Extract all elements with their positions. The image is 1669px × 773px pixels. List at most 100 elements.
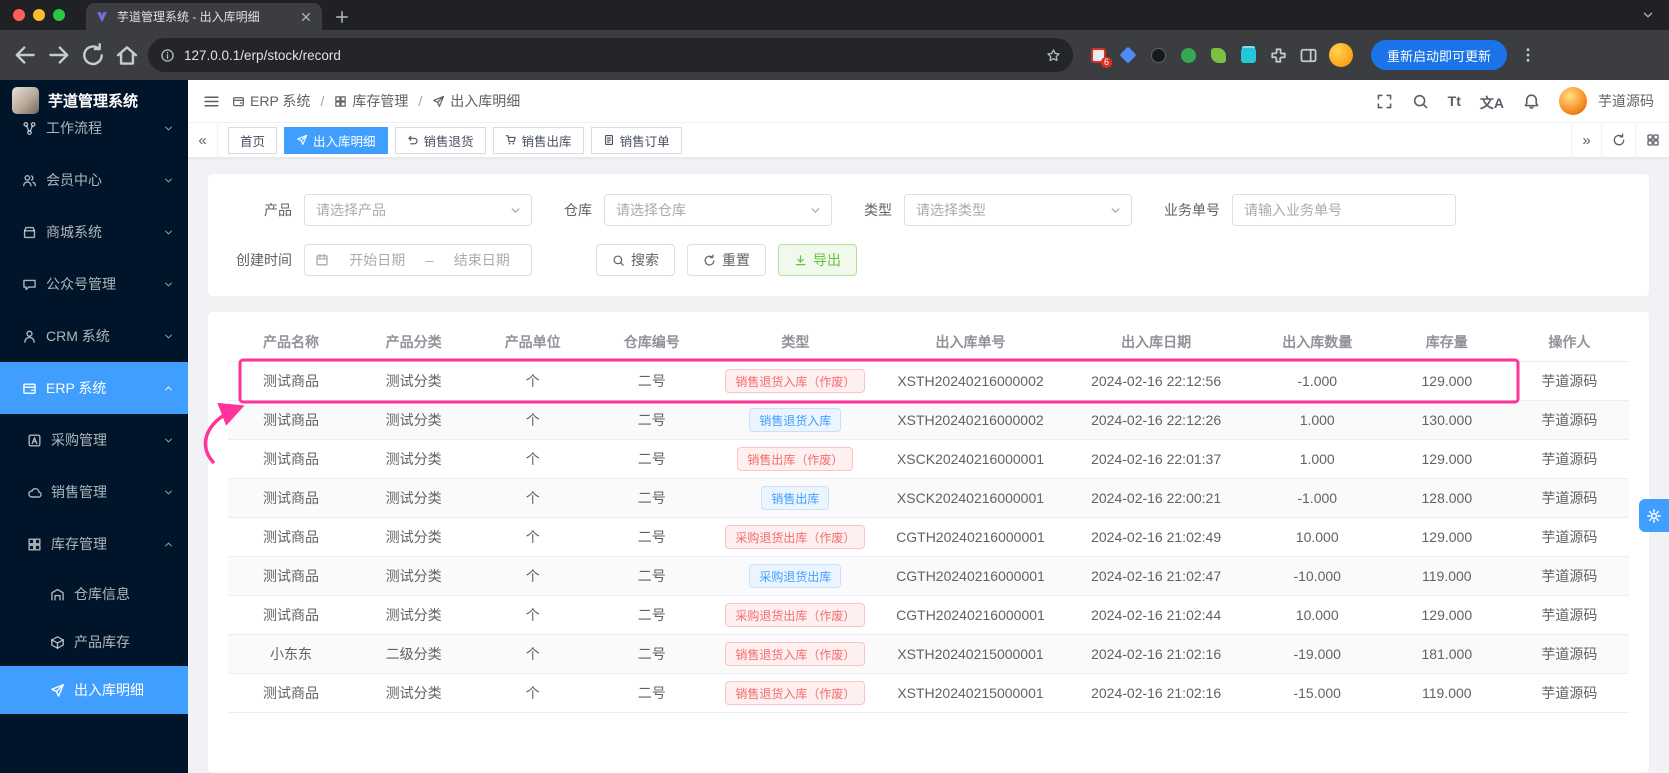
- browser-menu-icon[interactable]: [1519, 46, 1537, 64]
- bell-icon[interactable]: [1523, 93, 1540, 110]
- sidebar-item-sales[interactable]: 销售管理: [0, 466, 188, 518]
- extensions-menu-icon[interactable]: [1269, 46, 1288, 65]
- translate-icon[interactable]: 文A: [1480, 93, 1504, 110]
- bookmark-star-icon[interactable]: [1046, 48, 1061, 63]
- collapse-sidebar-icon[interactable]: [203, 93, 220, 110]
- chevron-down-icon: [163, 487, 174, 498]
- tab-search-icon[interactable]: [1641, 8, 1655, 22]
- column-header: 出入库数量: [1251, 332, 1384, 352]
- sidebar-item-mp-manage[interactable]: 公众号管理: [0, 258, 188, 310]
- tab-sale-out[interactable]: 销售出库: [493, 127, 584, 154]
- warehouse-select-input[interactable]: [605, 195, 831, 225]
- tags-scroll-left-icon[interactable]: «: [188, 123, 218, 157]
- tags-view: 首页出入库明细销售退货销售出库销售订单: [218, 127, 1571, 154]
- table-row: 测试商品测试分类个二号采购退货出库CGTH202402160000012024-…: [228, 557, 1629, 596]
- reset-button[interactable]: 重置: [687, 244, 766, 276]
- type-select-input[interactable]: [905, 195, 1131, 225]
- extension-icon[interactable]: [1119, 46, 1138, 65]
- close-window-button[interactable]: [13, 9, 25, 21]
- biz-no-input[interactable]: [1233, 195, 1455, 225]
- extension-icon[interactable]: 6: [1089, 46, 1108, 65]
- url-bar[interactable]: 127.0.0.1/erp/stock/record: [148, 38, 1073, 72]
- sidebar-item-stock-record[interactable]: 出入库明细: [0, 666, 188, 714]
- product-select-input[interactable]: [305, 195, 531, 225]
- product-select[interactable]: [304, 194, 532, 226]
- extension-badge: 6: [1101, 57, 1112, 68]
- cell-warehouse: 二号: [592, 566, 711, 586]
- cell-date: 2024-02-16 21:02:16: [1062, 685, 1251, 701]
- reload-button[interactable]: [80, 42, 106, 68]
- tags-refresh-button[interactable]: [1601, 123, 1635, 157]
- browser-profile-avatar[interactable]: [1329, 43, 1353, 67]
- refresh-icon: [1612, 133, 1626, 147]
- minimize-window-button[interactable]: [33, 9, 45, 21]
- cell-unit: 个: [473, 644, 592, 664]
- mp-icon: [22, 277, 37, 292]
- search-button[interactable]: 搜索: [596, 244, 675, 276]
- warehouse-select[interactable]: [604, 194, 832, 226]
- user-avatar[interactable]: [1559, 87, 1587, 115]
- site-favicon-icon: [95, 10, 109, 24]
- breadcrumb-item-erp[interactable]: ERP 系统: [232, 91, 310, 111]
- home-button[interactable]: [114, 42, 140, 68]
- sidebar-item-erp[interactable]: ERP 系统: [0, 362, 188, 414]
- browser-tab[interactable]: 芋道管理系统 - 出入库明细: [86, 3, 322, 30]
- sidebar-item-inventory[interactable]: 库存管理: [0, 518, 188, 570]
- column-header: 类型: [711, 332, 879, 352]
- cell-category: 测试分类: [354, 371, 473, 391]
- cell-operator: 芋道源码: [1510, 605, 1629, 625]
- extension-icon[interactable]: [1209, 46, 1228, 65]
- start-date-placeholder[interactable]: 开始日期: [338, 250, 417, 270]
- user-name[interactable]: 芋道源码: [1598, 91, 1654, 111]
- side-panel-icon[interactable]: [1299, 46, 1318, 65]
- chevron-down-icon: [163, 331, 174, 342]
- new-tab-button[interactable]: [334, 9, 350, 25]
- url-text[interactable]: 127.0.0.1/erp/stock/record: [184, 48, 1037, 63]
- breadcrumb-item-stock-record[interactable]: 出入库明细: [432, 91, 520, 111]
- tab-close-icon[interactable]: [299, 10, 313, 24]
- end-date-placeholder[interactable]: 结束日期: [442, 250, 521, 270]
- back-button[interactable]: [12, 42, 38, 68]
- biz-no-field[interactable]: [1232, 194, 1456, 226]
- tab-home[interactable]: 首页: [228, 127, 277, 154]
- tab-stock-record[interactable]: 出入库明细: [284, 127, 388, 154]
- sidebar-item-label: 公众号管理: [46, 274, 163, 294]
- forward-button[interactable]: [46, 42, 72, 68]
- cell-type: 采购退货出库（作废）: [711, 603, 879, 627]
- date-range-picker[interactable]: 开始日期 – 结束日期: [304, 244, 532, 276]
- breadcrumb-item-inventory[interactable]: 库存管理: [334, 91, 408, 111]
- browser-update-button[interactable]: 重新启动即可更新: [1371, 40, 1507, 70]
- export-button[interactable]: 导出: [778, 244, 857, 276]
- sidebar-item-purchase[interactable]: 采购管理: [0, 414, 188, 466]
- cell-category: 测试分类: [354, 488, 473, 508]
- site-info-icon[interactable]: [160, 48, 175, 63]
- cell-category: 测试分类: [354, 527, 473, 547]
- floating-settings-button[interactable]: [1639, 499, 1669, 532]
- extension-icon[interactable]: [1239, 46, 1258, 65]
- sidebar-item-mall[interactable]: 商城系统: [0, 206, 188, 258]
- fullscreen-icon[interactable]: [1376, 93, 1393, 110]
- cell-operator: 芋道源码: [1510, 683, 1629, 703]
- cell-date: 2024-02-16 21:02:47: [1062, 568, 1251, 584]
- type-select[interactable]: [904, 194, 1132, 226]
- cell-operator: 芋道源码: [1510, 449, 1629, 469]
- tab-sale-return[interactable]: 销售退货: [395, 127, 486, 154]
- inventory-icon: [27, 537, 42, 552]
- tags-menu-button[interactable]: [1635, 123, 1669, 157]
- sidebar-item-crm[interactable]: CRM 系统: [0, 310, 188, 362]
- extension-glyph: [1211, 48, 1226, 63]
- search-button-label: 搜索: [631, 250, 659, 270]
- sidebar-item-warehouse-info[interactable]: 仓库信息: [0, 570, 188, 618]
- extension-icon[interactable]: [1179, 46, 1198, 65]
- cell-unit: 个: [473, 488, 592, 508]
- font-size-icon[interactable]: Tt: [1448, 93, 1461, 110]
- sidebar-item-product-stock[interactable]: 产品库存: [0, 618, 188, 666]
- tags-scroll-right-icon[interactable]: »: [1571, 123, 1601, 157]
- zoom-window-button[interactable]: [53, 9, 65, 21]
- cell-unit: 个: [473, 449, 592, 469]
- sidebar-item-member-center[interactable]: 会员中心: [0, 154, 188, 206]
- cell-operator: 芋道源码: [1510, 371, 1629, 391]
- tab-sale-order[interactable]: 销售订单: [591, 127, 682, 154]
- search-icon[interactable]: [1412, 93, 1429, 110]
- extension-icon[interactable]: [1149, 46, 1168, 65]
